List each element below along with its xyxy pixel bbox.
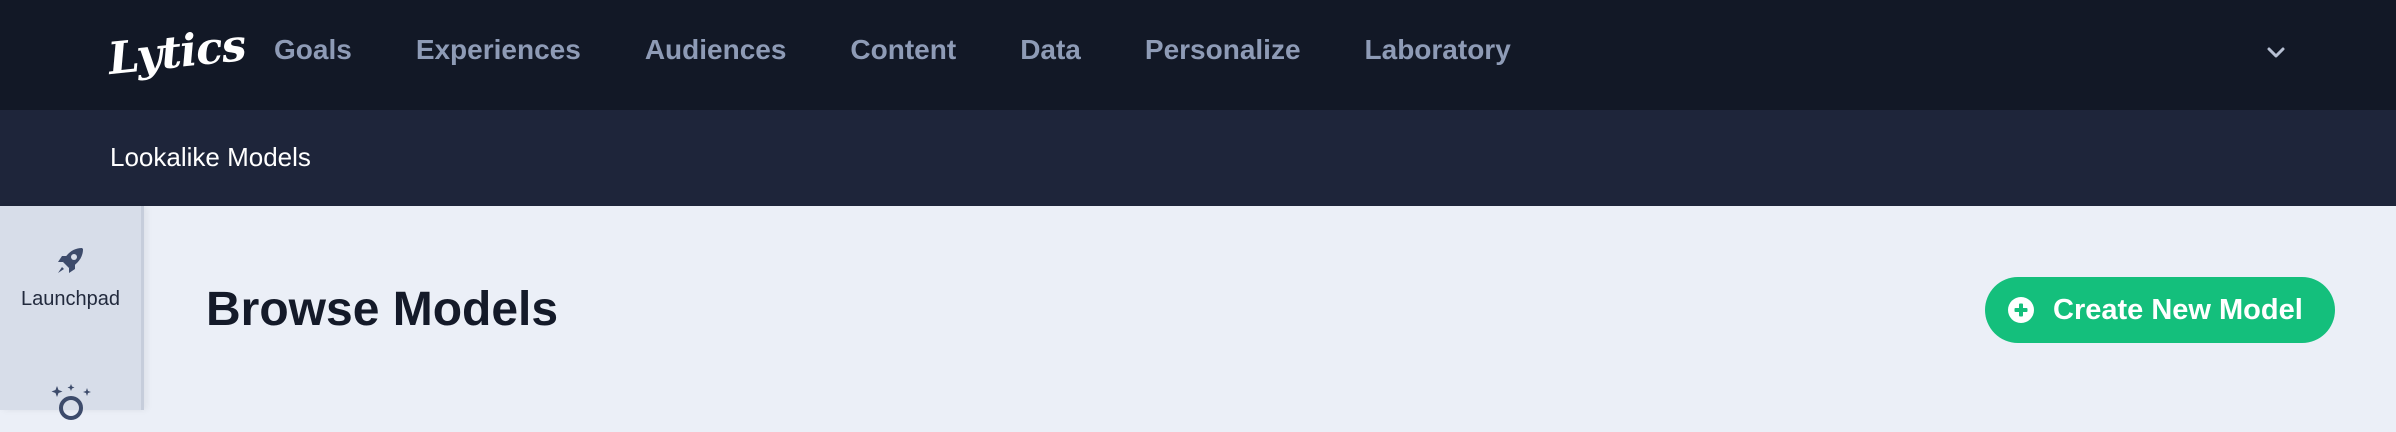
rocket-icon bbox=[0, 242, 141, 278]
sidebar: Launchpad bbox=[0, 206, 144, 420]
sparkle-search-icon bbox=[0, 382, 141, 422]
section-title: Lookalike Models bbox=[110, 142, 311, 172]
create-new-model-label: Create New Model bbox=[2053, 293, 2303, 326]
logo-text: Lytics bbox=[105, 19, 248, 85]
nav-item-experiences[interactable]: Experiences bbox=[416, 34, 581, 66]
sidebar-item-label: Launchpad bbox=[21, 288, 120, 310]
sub-header: Lookalike Models bbox=[0, 110, 2396, 206]
nav-item-content[interactable]: Content bbox=[850, 34, 956, 66]
nav-item-personalize[interactable]: Personalize bbox=[1145, 34, 1301, 66]
nav-item-data[interactable]: Data bbox=[1020, 34, 1081, 66]
nav-item-goals[interactable]: Goals bbox=[274, 34, 352, 66]
create-new-model-button[interactable]: Create New Model bbox=[1985, 277, 2335, 343]
page-title: Browse Models bbox=[206, 283, 559, 336]
sidebar-item-launchpad[interactable]: Launchpad bbox=[0, 242, 141, 311]
plus-circle-icon bbox=[2007, 296, 2035, 324]
sidebar-item-lookalike[interactable] bbox=[0, 382, 141, 432]
lytics-logo[interactable]: Lytics bbox=[106, 19, 248, 84]
main-nav: Goals Experiences Audiences Content Data… bbox=[274, 0, 1575, 100]
top-navigation: Lytics Goals Experiences Audiences Conte… bbox=[0, 0, 2396, 110]
chevron-down-icon[interactable] bbox=[2262, 40, 2290, 64]
nav-item-laboratory[interactable]: Laboratory bbox=[1365, 34, 1511, 66]
nav-item-audiences[interactable]: Audiences bbox=[645, 34, 787, 66]
